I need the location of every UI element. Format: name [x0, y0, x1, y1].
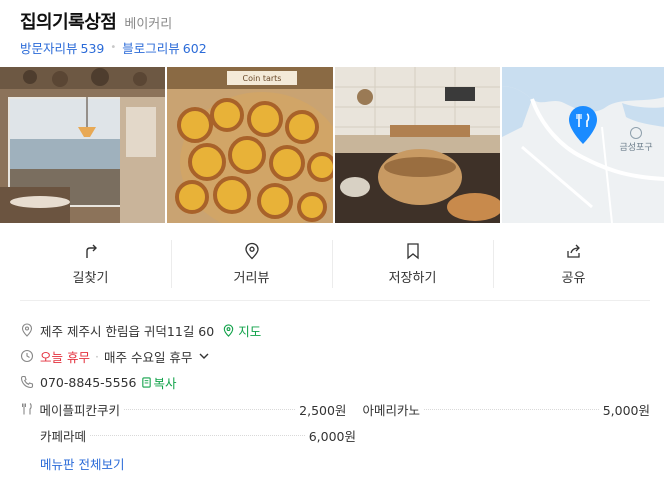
save-label: 저장하기	[388, 271, 437, 286]
address-text: 제주 제주시 한림읍 귀덕11길 60	[40, 323, 215, 339]
copy-icon	[141, 376, 151, 388]
menu-section: 메이플피칸쿠키 2,500원 아메리카노 5,000원 카페라떼 6,000원 …	[20, 396, 650, 473]
copy-label: 복사	[153, 375, 177, 391]
menu-item: 카페라떼 6,000원	[40, 426, 356, 445]
phone-row: 070-8845-5556 복사	[20, 369, 650, 395]
menu-row: 메이플피칸쿠키 2,500원 아메리카노 5,000원	[20, 396, 650, 422]
hours-row[interactable]: 오늘 휴무 · 매주 수요일 휴무	[20, 343, 650, 369]
share-button[interactable]: 공유	[493, 236, 654, 292]
menu-row: 카페라떼 6,000원	[20, 422, 650, 448]
copy-button[interactable]: 복사	[141, 373, 177, 392]
business-status: 오늘 휴무	[40, 349, 90, 365]
menu-item-price: 2,500원	[299, 402, 347, 418]
tart-sign-text: Coin tarts	[242, 74, 281, 83]
chevron-down-icon[interactable]	[198, 350, 210, 362]
menu-item: 메이플피칸쿠키 2,500원	[39, 400, 346, 419]
counter-image	[335, 67, 500, 223]
photo-strip: Coin tarts 금성포구	[0, 67, 664, 223]
map-pin-icon[interactable]	[568, 105, 598, 145]
photo-counter[interactable]	[335, 67, 500, 223]
photo-interior[interactable]	[0, 67, 165, 223]
directions-label: 길찾기	[72, 271, 109, 286]
phone-number[interactable]: 070-8845-5556	[40, 375, 137, 390]
action-bar: 길찾기 거리뷰 저장하기 공유	[10, 236, 654, 292]
visitor-reviews-count: 539	[80, 41, 105, 56]
place-category: 베이커리	[124, 17, 173, 32]
place-name[interactable]: 집의기록상점	[20, 8, 117, 34]
blog-reviews-link[interactable]: 블로그리뷰 602	[122, 38, 206, 57]
visitor-reviews-link[interactable]: 방문자리뷰 539	[20, 38, 104, 57]
full-menu-link[interactable]: 메뉴판 전체보기	[40, 454, 650, 473]
phone-icon	[20, 375, 40, 389]
place-info: 제주 제주시 한림읍 귀덕11길 60 지도 오늘 휴무 · 매주 수요일 휴무…	[20, 317, 650, 395]
harbor-icon	[630, 127, 643, 139]
separator-dot: ·	[94, 348, 99, 364]
menu-item-price: 6,000원	[308, 428, 356, 444]
share-icon	[566, 244, 580, 258]
share-label: 공유	[561, 271, 586, 286]
directions-icon	[85, 244, 97, 258]
address-row: 제주 제주시 한림읍 귀덕11길 60 지도	[20, 317, 650, 343]
street-view-label: 거리뷰	[233, 271, 270, 286]
map-link-pin-icon	[223, 323, 234, 337]
map-link[interactable]: 지도	[222, 321, 261, 340]
dotted-leader	[90, 434, 305, 436]
clock-icon	[20, 349, 40, 363]
interior-image	[0, 67, 165, 223]
utensils-icon	[20, 402, 39, 416]
address-pin-icon	[20, 323, 40, 337]
menu-item-price: 5,000원	[602, 402, 650, 418]
visitor-reviews-label: 방문자리뷰	[20, 41, 78, 56]
location-pin-icon	[244, 242, 259, 260]
map-place-label: 금성포구	[619, 143, 653, 153]
blog-reviews-label: 블로그리뷰	[122, 41, 180, 56]
menu-item-name: 아메리카노	[362, 402, 420, 418]
blog-reviews-count: 602	[182, 41, 207, 56]
place-header: 집의기록상점 베이커리 방문자리뷰 539 • 블로그리뷰 602	[20, 8, 644, 57]
egg-tarts-image: Coin tarts	[166, 67, 333, 223]
photo-egg-tarts[interactable]: Coin tarts	[166, 67, 333, 223]
menu-item-name: 메이플피칸쿠키	[39, 402, 120, 418]
map-place-marker: 금성포구	[620, 127, 653, 153]
dotted-leader	[123, 408, 296, 410]
map-link-label: 지도	[238, 323, 262, 339]
street-view-button[interactable]: 거리뷰	[171, 236, 332, 292]
bookmark-icon	[406, 243, 419, 260]
hours-text: 매주 수요일 휴무	[103, 349, 193, 365]
dotted-leader	[423, 408, 599, 410]
directions-button[interactable]: 길찾기	[10, 236, 171, 292]
map-thumbnail[interactable]: 금성포구	[501, 67, 664, 223]
menu-item-name: 카페라떼	[40, 428, 87, 444]
save-button[interactable]: 저장하기	[332, 236, 493, 292]
separator-dot: •	[110, 42, 117, 53]
section-divider	[20, 300, 650, 301]
menu-item: 아메리카노 5,000원	[362, 400, 650, 419]
